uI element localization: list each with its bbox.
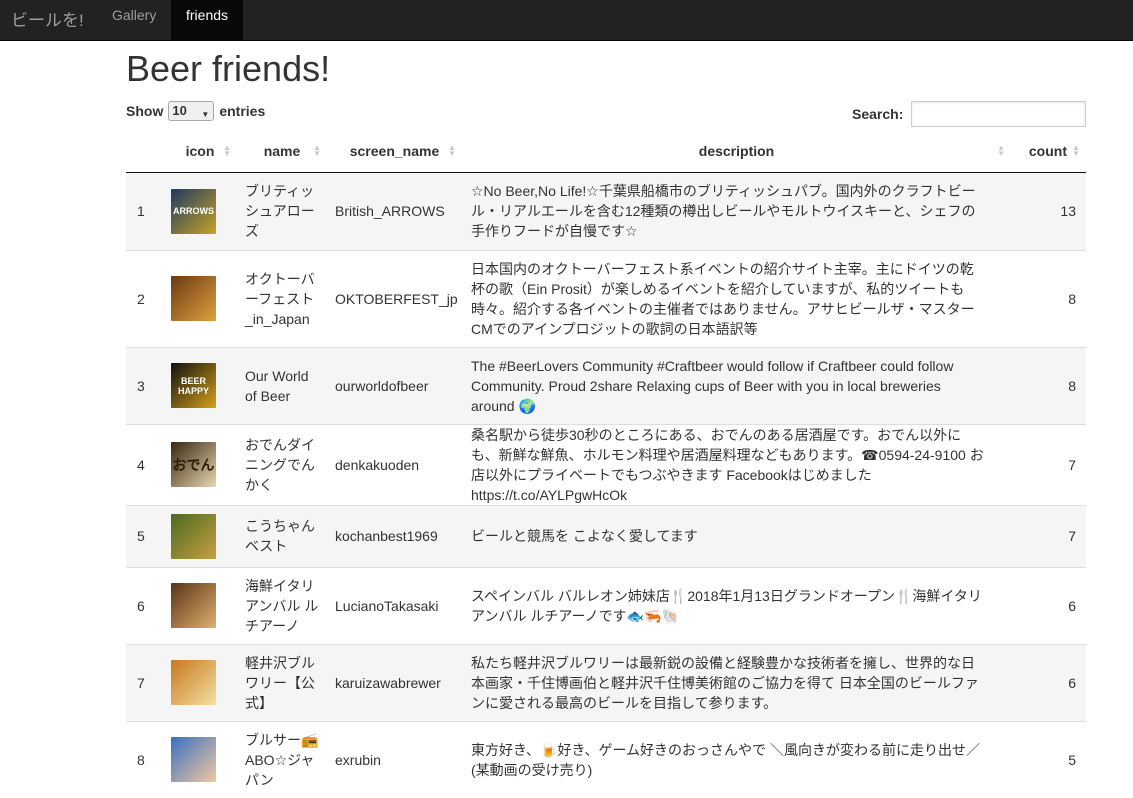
sort-icon: ▲ ▼ — [313, 143, 321, 158]
name-cell: Our World of Beer — [237, 346, 327, 424]
count-cell: 7 — [1011, 504, 1086, 567]
description-cell: ☆No Beer,No Life!☆千葉県船橋市のブリティッシュパブ。国内外のク… — [462, 171, 1011, 250]
sort-icon: ▲ ▼ — [997, 143, 1005, 158]
row-number: 2 — [126, 249, 163, 347]
row-number: 3 — [126, 346, 163, 424]
search-label: Search: — [852, 106, 904, 122]
screen-name-cell: British_ARROWS — [327, 171, 462, 250]
table-row: 8 ブルサー📻ABO☆ジャパン exrubin 東方好き、🍺好き、ゲーム好きのお… — [126, 720, 1086, 798]
description-cell: 日本国内のオクトーバーフェスト系イベントの紹介サイト主宰。主にドイツの乾杯の歌（… — [462, 249, 1011, 347]
table-row: 3 BEER HAPPY Our World of Beer ourworldo… — [126, 346, 1086, 424]
column-header-screen-name[interactable]: screen_name ▲ ▼ — [327, 131, 462, 173]
icon-cell: ARROWS — [163, 171, 237, 250]
row-number: 5 — [126, 504, 163, 567]
column-header-description[interactable]: description ▲ ▼ — [462, 131, 1011, 173]
icon-cell — [163, 249, 237, 347]
page-title: Beer friends! — [126, 48, 331, 89]
count-cell: 8 — [1011, 346, 1086, 424]
search-input[interactable] — [911, 101, 1087, 127]
screen-name-cell: ourworldofbeer — [327, 346, 462, 424]
row-number: 8 — [126, 720, 163, 798]
name-cell: こうちゃんベスト — [237, 504, 327, 567]
description-cell: 東方好き、🍺好き、ゲーム好きのおっさんやで ＼風向きが変わる前に走り出せ／(某動… — [462, 720, 1011, 798]
sort-icon: ▲ ▼ — [448, 143, 456, 158]
screen-name-cell: OKTOBERFEST_jp — [327, 249, 462, 347]
column-header-index — [126, 131, 163, 173]
screen-name-cell: LucianoTakasaki — [327, 566, 462, 644]
beer-mug-icon — [171, 276, 216, 321]
icon-cell — [163, 720, 237, 798]
friends-table: icon ▲ ▼ name ▲ ▼ screen_name ▲ ▼ description ▲… — [126, 131, 1086, 798]
table-row: 2 オクトーバーフェスト_in_Japan OKTOBERFEST_jp 日本国… — [126, 249, 1086, 347]
column-header-icon[interactable]: icon ▲ ▼ — [163, 131, 237, 173]
description-cell: 私たち軽井沢ブルワリーは最新鋭の設備と経験豊かな技術者を擁し、世界的な日本画家・… — [462, 643, 1011, 721]
icon-cell — [163, 566, 237, 644]
name-cell: オクトーバーフェスト_in_Japan — [237, 249, 327, 347]
nav-item-gallery[interactable]: Gallery — [97, 0, 171, 40]
table-header-row: icon ▲ ▼ name ▲ ▼ screen_name ▲ ▼ description ▲… — [126, 131, 1086, 173]
bar-counter-photo-icon — [171, 583, 216, 628]
count-cell: 6 — [1011, 643, 1086, 721]
name-cell: 軽井沢ブルワリー【公式】 — [237, 643, 327, 721]
top-navbar: ビールを! Gallery friends — [0, 0, 1133, 41]
description-cell: 桑名駅から徒歩30秒のところにある、おでんのある居酒屋です。おでん以外にも、新鮮… — [462, 423, 1011, 505]
description-cell: スペインバル バルレオン姉妹店🍴2018年1月13日グランドオープン🍴海鮮イタリ… — [462, 566, 1011, 644]
row-number: 6 — [126, 566, 163, 644]
column-header-count[interactable]: count ▲ ▼ — [1011, 131, 1086, 173]
sort-icon: ▲ ▼ — [223, 143, 231, 158]
name-cell: 海鮮イタリアンバル ルチアーノ — [237, 566, 327, 644]
table-row: 7 軽井沢ブルワリー【公式】 karuizawabrewer 私たち軽井沢ブルワ… — [126, 643, 1086, 721]
beer-glasses-toast-icon — [171, 660, 216, 705]
name-cell: おでんダイニングでんかく — [237, 423, 327, 505]
column-header-name[interactable]: name ▲ ▼ — [237, 131, 327, 173]
screen-name-cell: exrubin — [327, 720, 462, 798]
tree-avenue-photo-icon — [171, 513, 216, 559]
screen-name-cell: denkakuoden — [327, 423, 462, 505]
select-caret-icon: ▼ — [201, 110, 210, 119]
count-cell: 7 — [1011, 423, 1086, 505]
brand-link[interactable]: ビールを! — [11, 6, 84, 31]
entries-label: entries — [219, 103, 266, 119]
sort-icon: ▲ ▼ — [1072, 143, 1080, 158]
table-row: 6 海鮮イタリアンバル ルチアーノ LucianoTakasaki スペインバル… — [126, 566, 1086, 644]
anime-character-avatar-icon — [171, 737, 216, 783]
screen-name-cell: karuizawabrewer — [327, 643, 462, 721]
search-control: Search: — [852, 101, 1087, 127]
icon-cell: BEER HAPPY — [163, 346, 237, 424]
row-number: 1 — [126, 171, 163, 250]
entries-length-control: Show 10 ▼ entries — [126, 101, 265, 121]
count-cell: 13 — [1011, 171, 1086, 250]
show-label: Show — [126, 103, 164, 119]
description-cell: ビールと競馬を こよなく愛してます — [462, 504, 1011, 567]
screen-name-cell: kochanbest1969 — [327, 504, 462, 567]
icon-cell: おでん — [163, 423, 237, 505]
name-cell: ブルサー📻ABO☆ジャパン — [237, 720, 327, 798]
entries-select[interactable]: 10 ▼ — [168, 101, 215, 121]
row-number: 7 — [126, 643, 163, 721]
dont-worry-beer-happy-icon: BEER HAPPY — [171, 363, 216, 408]
name-cell: ブリティッシュアローズ — [237, 171, 327, 250]
british-arrows-logo-icon: ARROWS — [171, 188, 216, 234]
table-row: 1 ARROWS ブリティッシュアローズ British_ARROWS ☆No … — [126, 171, 1086, 250]
table-row: 4 おでん おでんダイニングでんかく denkakuoden 桑名駅から徒歩30… — [126, 423, 1086, 505]
icon-cell — [163, 504, 237, 567]
description-cell: The #BeerLovers Community #Craftbeer wou… — [462, 346, 1011, 424]
count-cell: 5 — [1011, 720, 1086, 798]
row-number: 4 — [126, 423, 163, 505]
table-row: 5 こうちゃんベスト kochanbest1969 ビールと競馬を こよなく愛し… — [126, 504, 1086, 567]
nav-item-friends[interactable]: friends — [171, 0, 244, 40]
count-cell: 6 — [1011, 566, 1086, 644]
count-cell: 8 — [1011, 249, 1086, 347]
icon-cell — [163, 643, 237, 721]
entries-select-value: 10 — [172, 103, 187, 118]
oden-lantern-icon: おでん — [171, 442, 216, 487]
